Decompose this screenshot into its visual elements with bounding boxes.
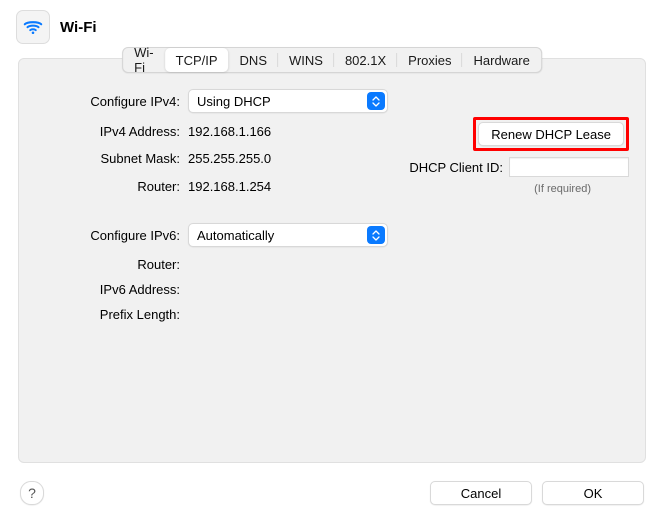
cancel-button[interactable]: Cancel (430, 481, 532, 505)
dhcp-client-id-label: DHCP Client ID: (409, 160, 503, 175)
ipv6-router-label: Router: (35, 257, 180, 272)
renew-dhcp-highlight: Renew DHCP Lease (473, 117, 629, 151)
ok-button[interactable]: OK (542, 481, 644, 505)
tab-proxies[interactable]: Proxies (397, 48, 462, 72)
network-tcpip-window: Wi-Fi Wi-Fi TCP/IP DNS WINS 802.1X Proxi… (0, 0, 664, 519)
settings-panel: Wi-Fi TCP/IP DNS WINS 802.1X Proxies Har… (18, 58, 646, 463)
ipv4-address-value: 192.168.1.166 (188, 124, 388, 139)
renew-dhcp-lease-button[interactable]: Renew DHCP Lease (478, 122, 624, 146)
configure-ipv6-label: Configure IPv6: (35, 228, 180, 243)
footer: ? Cancel OK (20, 481, 644, 505)
tab-hardware[interactable]: Hardware (463, 48, 541, 72)
tab-dns[interactable]: DNS (229, 48, 278, 72)
configure-ipv6-popup[interactable]: Automatically (188, 223, 388, 247)
form-grid: Configure IPv4: Using DHCP IPv4 Address:… (35, 89, 629, 448)
wifi-icon (16, 10, 50, 44)
configure-ipv6-value: Automatically (197, 228, 274, 243)
subnet-mask-value: 255.255.255.0 (188, 151, 388, 166)
dhcp-client-id-row: DHCP Client ID: (409, 157, 629, 177)
dhcp-client-id-note: (If required) (534, 183, 591, 195)
tab-bar: Wi-Fi TCP/IP DNS WINS 802.1X Proxies Har… (122, 47, 542, 73)
configure-ipv4-value: Using DHCP (197, 94, 271, 109)
title-bar: Wi-Fi (0, 0, 664, 54)
ipv6-address-label: IPv6 Address: (35, 282, 180, 297)
prefix-length-label: Prefix Length: (35, 307, 180, 322)
configure-ipv4-label: Configure IPv4: (35, 94, 180, 109)
chevron-up-down-icon (367, 92, 385, 110)
configure-ipv4-popup[interactable]: Using DHCP (188, 89, 388, 113)
help-button[interactable]: ? (20, 481, 44, 505)
tab-tcpip[interactable]: TCP/IP (165, 48, 229, 72)
page-title: Wi-Fi (60, 19, 97, 36)
dhcp-client-id-input[interactable] (509, 157, 629, 177)
ipv4-router-label: Router: (35, 179, 180, 194)
tab-8021x[interactable]: 802.1X (334, 48, 397, 72)
ipv4-router-value: 192.168.1.254 (188, 179, 388, 194)
ipv4-address-label: IPv4 Address: (35, 124, 180, 139)
tab-wifi[interactable]: Wi-Fi (123, 48, 165, 72)
tab-wins[interactable]: WINS (278, 48, 334, 72)
chevron-up-down-icon (367, 226, 385, 244)
subnet-mask-label: Subnet Mask: (35, 151, 180, 166)
